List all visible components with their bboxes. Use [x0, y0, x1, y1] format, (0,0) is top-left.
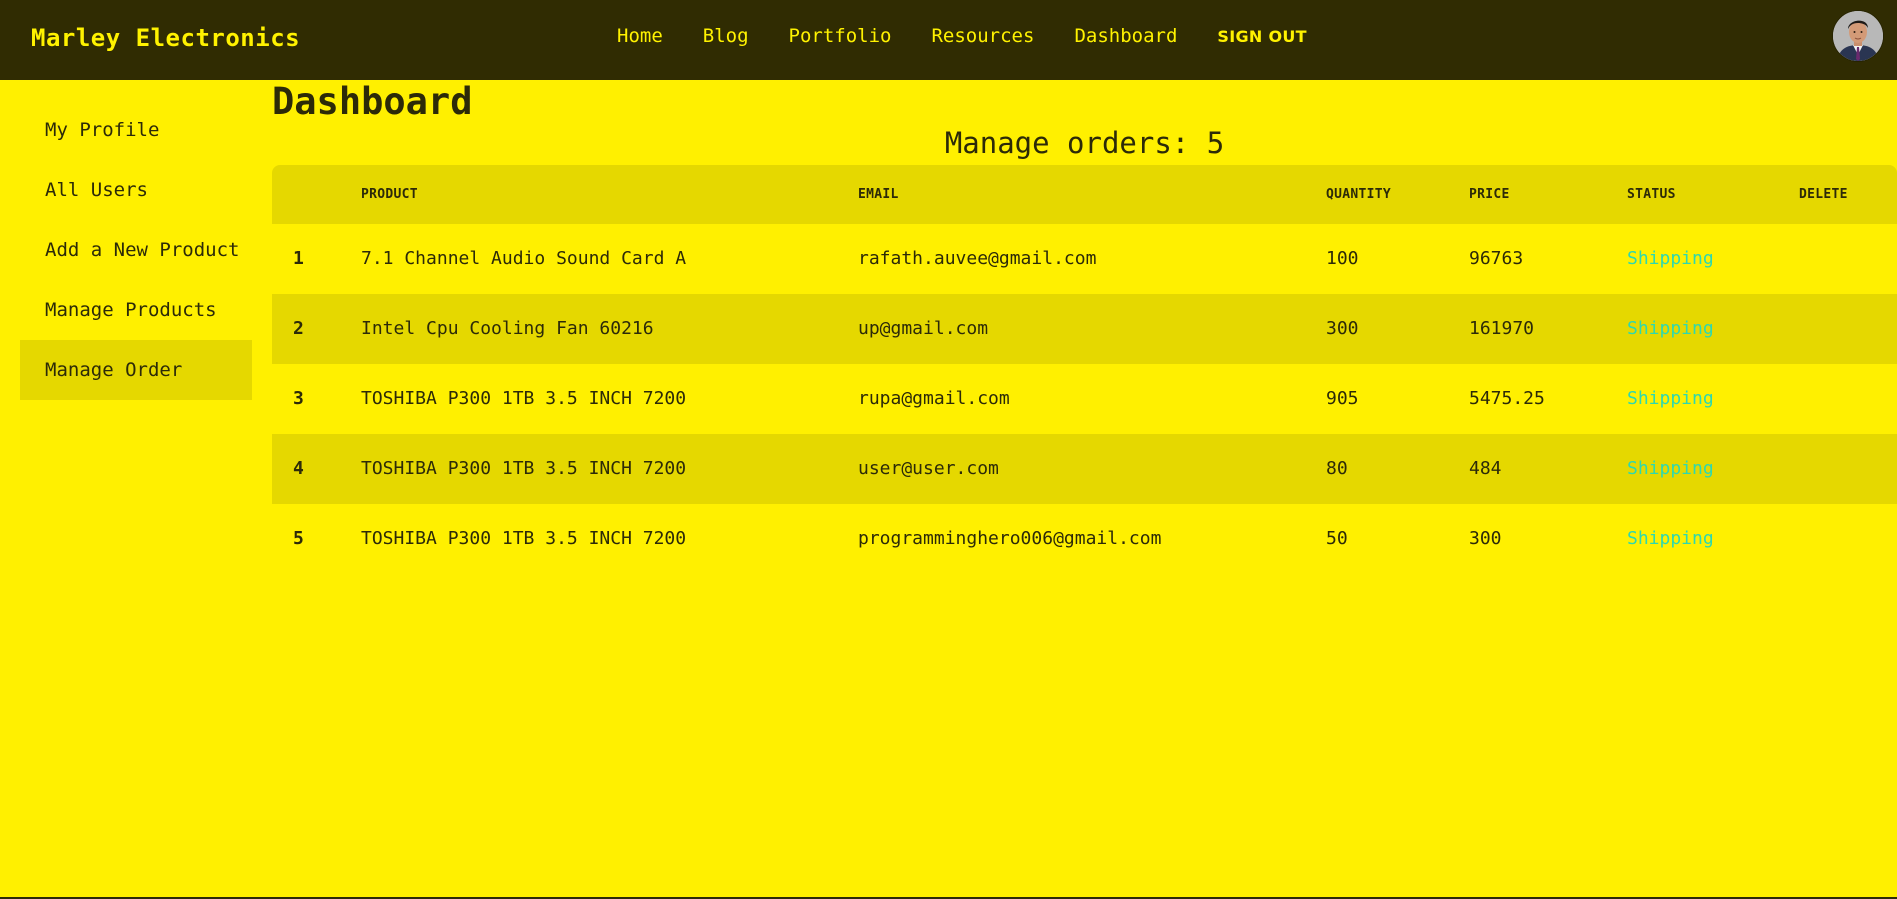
sidebar-item-manage-order[interactable]: Manage Order [20, 340, 252, 400]
column-header-product: PRODUCT [361, 187, 418, 202]
page-title: Dashboard [272, 80, 473, 123]
brand-logo[interactable]: Marley Electronics [31, 24, 300, 52]
table-header: PRODUCT EMAIL QUANTITY PRICE STATUS DELE… [272, 165, 1897, 224]
sidebar-item-add-product[interactable]: Add a New Product [20, 220, 252, 280]
product-name: TOSHIBA P300 1TB 3.5 INCH 7200 [361, 388, 687, 409]
user-avatar-icon [1833, 11, 1883, 61]
order-price: 484 [1469, 458, 1502, 479]
column-header-status: STATUS [1627, 187, 1676, 202]
customer-email: programminghero006@gmail.com [858, 528, 1162, 549]
product-name: Intel Cpu Cooling Fan 60216 [361, 318, 654, 339]
column-header-quantity: QUANTITY [1326, 187, 1392, 202]
column-header-delete: DELETE [1799, 187, 1848, 202]
customer-email: rupa@gmail.com [858, 388, 1010, 409]
table-row: 5 TOSHIBA P300 1TB 3.5 INCH 7200 program… [272, 504, 1897, 574]
sidebar-item-my-profile[interactable]: My Profile [20, 100, 252, 160]
nav-home[interactable]: Home [617, 25, 663, 47]
order-quantity: 80 [1326, 458, 1348, 479]
orders-table: PRODUCT EMAIL QUANTITY PRICE STATUS DELE… [272, 165, 1897, 574]
row-number: 3 [293, 388, 304, 409]
row-number: 5 [293, 528, 304, 549]
avatar[interactable] [1833, 11, 1883, 61]
customer-email: user@user.com [858, 458, 999, 479]
order-status[interactable]: Shipping [1627, 504, 1714, 574]
table-row: 1 7.1 Channel Audio Sound Card A rafath.… [272, 224, 1897, 294]
sidebar-item-all-users[interactable]: All Users [20, 160, 252, 220]
order-price: 5475.25 [1469, 388, 1545, 409]
row-number: 1 [293, 248, 304, 269]
order-status[interactable]: Shipping [1627, 294, 1714, 364]
sign-out-button[interactable]: SIGN OUT [1217, 27, 1306, 46]
product-name: TOSHIBA P300 1TB 3.5 INCH 7200 [361, 458, 687, 479]
order-status[interactable]: Shipping [1627, 364, 1714, 434]
row-number: 2 [293, 318, 304, 339]
sidebar-item-manage-products[interactable]: Manage Products [20, 280, 252, 340]
main-nav: Home Blog Portfolio Resources Dashboard … [617, 25, 1307, 47]
order-quantity: 50 [1326, 528, 1348, 549]
customer-email: rafath.auvee@gmail.com [858, 248, 1097, 269]
order-price: 161970 [1469, 318, 1535, 339]
column-header-email: EMAIL [858, 187, 899, 202]
order-status[interactable]: Shipping [1627, 434, 1714, 504]
top-navbar: Marley Electronics Home Blog Portfolio R… [0, 0, 1897, 80]
nav-resources[interactable]: Resources [931, 25, 1034, 47]
nav-dashboard[interactable]: Dashboard [1074, 25, 1177, 47]
order-quantity: 300 [1326, 318, 1359, 339]
customer-email: up@gmail.com [858, 318, 989, 339]
order-price: 300 [1469, 528, 1502, 549]
orders-count-heading: Manage orders: 5 [944, 126, 1225, 160]
nav-portfolio[interactable]: Portfolio [789, 25, 892, 47]
column-header-price: PRICE [1469, 187, 1510, 202]
sidebar: My Profile All Users Add a New Product M… [20, 100, 252, 400]
order-quantity: 100 [1326, 248, 1359, 269]
row-number: 4 [293, 458, 304, 479]
product-name: 7.1 Channel Audio Sound Card A [361, 248, 687, 269]
order-price: 96763 [1469, 248, 1524, 269]
table-row: 3 TOSHIBA P300 1TB 3.5 INCH 7200 rupa@gm… [272, 364, 1897, 434]
order-status[interactable]: Shipping [1627, 224, 1714, 294]
table-row: 4 TOSHIBA P300 1TB 3.5 INCH 7200 user@us… [272, 434, 1897, 504]
product-name: TOSHIBA P300 1TB 3.5 INCH 7200 [361, 528, 687, 549]
nav-blog[interactable]: Blog [703, 25, 749, 47]
order-quantity: 905 [1326, 388, 1359, 409]
table-row: 2 Intel Cpu Cooling Fan 60216 up@gmail.c… [272, 294, 1897, 364]
